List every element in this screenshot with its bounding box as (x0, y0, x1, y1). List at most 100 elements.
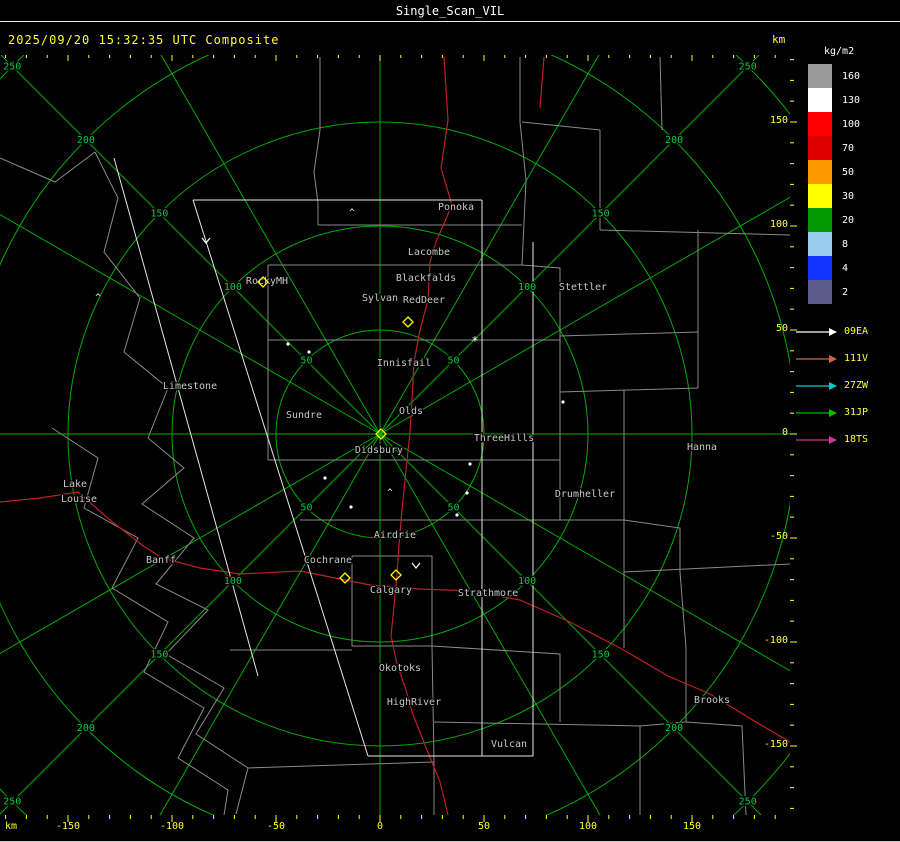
city-label: Hanna (687, 442, 717, 453)
city-label: Brooks (694, 695, 730, 706)
y-axis-label: -100 (763, 635, 788, 646)
county-boundary (0, 151, 96, 183)
site-legend-row: 18TS (796, 426, 868, 453)
azimuth-spoke (379, 433, 762, 815)
city-label: Didsbury (355, 445, 403, 456)
radar-app-window: Single_Scan_VIL 2025/09/20 15:32:35 UTC … (0, 0, 900, 842)
colorbar-entry: 4 (808, 256, 860, 280)
city-label: Airdrie (374, 530, 416, 541)
site-id-label: 27ZW (844, 380, 869, 391)
range-ring-label: 250 (739, 61, 757, 72)
city-label: Blackfalds (396, 273, 456, 284)
range-ring-label: 150 (592, 208, 610, 219)
county-boundary (685, 721, 747, 815)
site-legend-row: 111V (796, 345, 868, 372)
range-ring-label: 50 (448, 503, 460, 514)
colorbar-entry: 30 (808, 184, 860, 208)
range-ring-label: 100 (518, 282, 536, 293)
city-label: Drumheller (555, 489, 615, 500)
azimuth-spoke (0, 433, 381, 654)
city-label: RedDeer (403, 295, 445, 306)
x-axis-label: -150 (55, 821, 81, 832)
city-label: Olds (399, 406, 423, 417)
range-ring-label: 100 (518, 576, 536, 587)
colorbar-entry: 70 (808, 136, 860, 160)
range-ring-label: 100 (224, 576, 242, 587)
colorbar-swatch (808, 64, 832, 88)
site-arrow-icon (796, 435, 837, 444)
azimuth-spoke (379, 55, 600, 435)
radar-site-marker (402, 316, 414, 328)
cell-dot-marker (286, 342, 290, 346)
county-boundary (351, 555, 433, 647)
range-ring-label: 100 (224, 282, 242, 293)
scan-sector-outline (113, 157, 259, 677)
county-boundary (623, 563, 790, 573)
colorbar-value: 20 (842, 214, 855, 226)
city-label: Calgary (370, 585, 412, 596)
azimuth-spoke (0, 55, 381, 435)
city-label: Louise (61, 494, 97, 505)
cell-dot-marker (561, 400, 565, 404)
county-boundary (431, 645, 561, 722)
range-ring-label: 250 (739, 797, 757, 808)
site-legend-row: 31JP (796, 399, 868, 426)
range-ring-label: 150 (150, 650, 168, 661)
colorbar-swatch (808, 160, 832, 184)
county-boundary (599, 229, 790, 236)
city-label: Ponoka (438, 202, 474, 213)
county-boundary (659, 56, 663, 131)
range-ring-label: 200 (77, 135, 95, 146)
y-axis-label: 150 (769, 115, 788, 126)
colorbar-swatch (808, 88, 832, 112)
radar-site-legend: 09EA 111V 27ZW 31JP 18TS (796, 318, 868, 453)
colorbar-value: 160 (842, 70, 861, 82)
site-arrow-icon (796, 354, 837, 363)
cell-dot-marker (349, 505, 353, 509)
colorbar-value: 70 (842, 142, 855, 154)
city-label: HighRiver (387, 697, 441, 708)
colorbar-value: 4 (842, 262, 849, 274)
county-boundary (94, 151, 249, 815)
city-label: Sylvan (362, 293, 398, 304)
colorbar-swatch (808, 232, 832, 256)
site-id-label: 18TS (844, 434, 869, 445)
county-boundary (431, 645, 435, 815)
city-label: ThreeHills (474, 433, 534, 444)
site-id-label: 31JP (844, 407, 869, 418)
y-axis-label: -150 (763, 739, 788, 750)
city-label: Okotoks (379, 663, 421, 674)
city-label: Limestone (163, 381, 217, 392)
city-label: Lacombe (408, 247, 450, 258)
range-ring-label: 250 (3, 797, 21, 808)
cell-dot-marker (468, 462, 472, 466)
colorbar-value: 8 (842, 238, 849, 250)
cell-dot-marker (455, 513, 459, 517)
colorbar-value: 30 (842, 190, 855, 202)
x-axis-label: 150 (682, 821, 702, 832)
range-ring (0, 55, 790, 815)
range-ring-label: 50 (448, 355, 460, 366)
site-id-label: 09EA (844, 326, 869, 337)
range-ring-label: 200 (77, 723, 95, 734)
colorbar-swatch (808, 112, 832, 136)
x-axis-label: 0 (376, 821, 384, 832)
colorbar-entry: 130 (808, 88, 860, 112)
colorbar-entry: 8 (808, 232, 860, 256)
asterisk-marker: * (471, 334, 478, 348)
county-boundary (559, 331, 699, 337)
site-arrow-icon (796, 327, 837, 336)
arrow-marker (411, 562, 421, 569)
range-ring-label: 50 (300, 355, 312, 366)
colorbar-value: 130 (842, 94, 861, 106)
colorbar-unit-label: kg/m2 (824, 46, 855, 57)
colorbar-entry: 2 (808, 280, 860, 304)
map-layer: 50 50 50 50 100 100 100 100 150 150 150 150 200 200 20… (0, 55, 790, 815)
city-label: Strathmore (458, 588, 518, 599)
colorbar-swatch (808, 280, 832, 304)
county-boundary (433, 721, 687, 727)
colorbar-entry: 160 (808, 64, 860, 88)
radar-map-display[interactable]: 5050505010010010010015015015015020020020… (0, 0, 900, 841)
caret-marker: ^ (387, 488, 393, 498)
county-boundary (247, 761, 435, 769)
